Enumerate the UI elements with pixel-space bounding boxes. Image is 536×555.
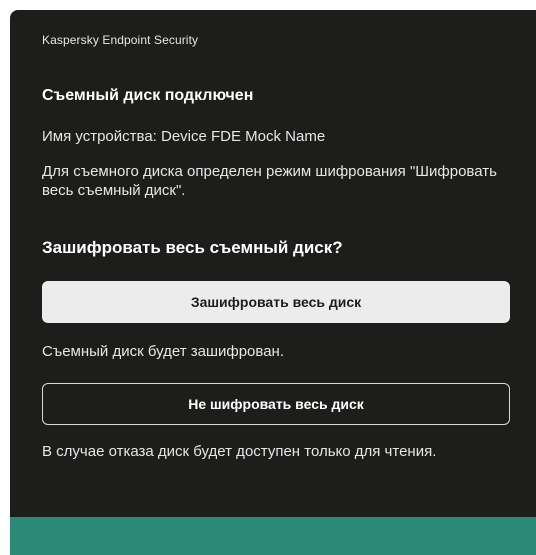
device-name-text: Имя устройства: Device FDE Mock Name bbox=[42, 128, 326, 145]
encrypt-question: Зашифровать весь съемный диск? bbox=[42, 238, 343, 257]
encryption-mode-text: Для съемного диска определен режим шифро… bbox=[42, 163, 497, 199]
app-title: Kaspersky Endpoint Security bbox=[42, 33, 199, 47]
skip-encryption-button[interactable]: Не шифровать весь диск bbox=[42, 383, 510, 425]
skip-note: В случае отказа диск будет доступен толь… bbox=[42, 443, 437, 460]
encrypt-disk-button[interactable]: Зашифровать весь диск bbox=[42, 281, 510, 323]
notification-heading: Съемный диск подключен bbox=[42, 87, 254, 104]
encrypt-note: Съемный диск будет зашифрован. bbox=[42, 343, 284, 360]
footer-accent-bar bbox=[10, 517, 536, 555]
notification-window: Kaspersky Endpoint Security Съемный диск… bbox=[10, 10, 536, 555]
